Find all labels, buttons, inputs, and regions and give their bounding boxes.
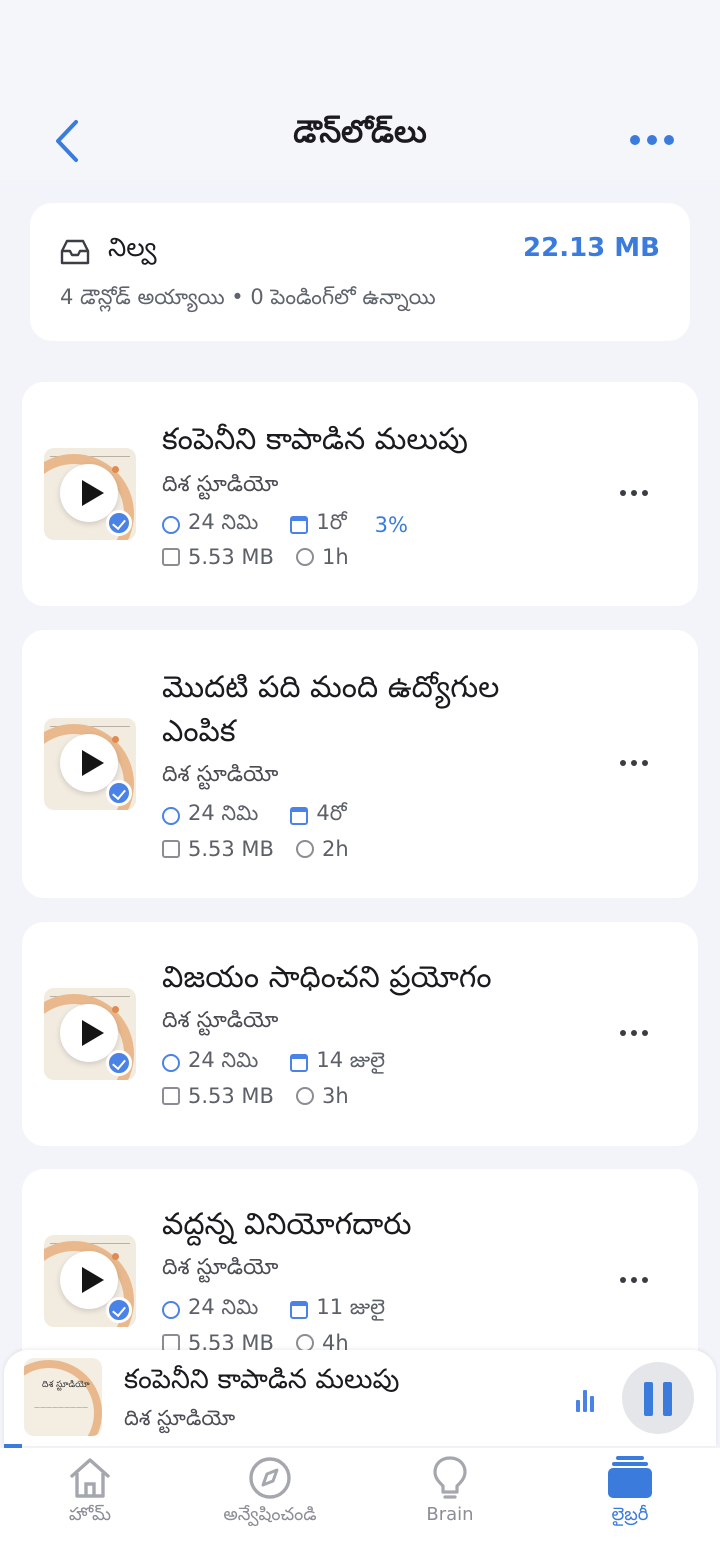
- tab-explore[interactable]: అన్వేషించండి: [180, 1448, 360, 1564]
- calendar-icon: [290, 516, 309, 534]
- folder-icon: [162, 1087, 180, 1105]
- more-options-button[interactable]: [630, 128, 680, 152]
- clock-icon: [162, 807, 180, 825]
- clock-icon: [295, 1087, 314, 1105]
- episode-age: 3h: [321, 1084, 349, 1108]
- equalizer-icon: [576, 1388, 598, 1412]
- dot-icon: [630, 135, 640, 145]
- episode-age: 1h: [321, 545, 349, 569]
- item-more-button[interactable]: [620, 490, 650, 498]
- dot-icon: [664, 135, 674, 145]
- episode-title: కంపెనీని కాపాడిన మలుపు: [162, 422, 468, 457]
- tab-explore-label: అన్వేషించండి: [223, 1504, 317, 1525]
- listen-progress: 3%: [374, 513, 408, 537]
- episode-file-meta: 5.53 MB 3h: [162, 1084, 349, 1108]
- mini-player-title: కంపెనీని కాపాడిన మలుపు: [124, 1364, 400, 1395]
- tab-home[interactable]: హోమ్: [0, 1448, 180, 1564]
- tab-bar: హోమ్ అన్వేషించండి Brain లైబ్రరీ: [0, 1448, 720, 1564]
- inbox-icon: [60, 239, 90, 265]
- episode-size: 5.53 MB: [188, 837, 274, 861]
- item-more-button[interactable]: [620, 1277, 650, 1285]
- download-item[interactable]: విజయం సాధించని ప్రయోగం దిశ స్టూడియో 24 న…: [22, 922, 698, 1146]
- mini-player[interactable]: దిశ స్టూడియో ————————— కంపెనీని కాపాడిన …: [4, 1350, 716, 1446]
- episode-file-meta: 5.53 MB 1h: [162, 545, 349, 569]
- download-item[interactable]: మొదటి పది మంది ఉద్యోగుల ఎంపిక దిశ స్టూడి…: [22, 630, 698, 898]
- storage-title: నిల్వ: [108, 233, 157, 263]
- episode-meta: 24 నిమి 4రో: [162, 801, 347, 831]
- episode-meta: 24 నిమి 1రో 3%: [162, 510, 408, 540]
- storage-summary: 4 డౌన్లోడ్ అయ్యాయి • 0 పెండింగ్‌లో ఉన్నా…: [60, 285, 436, 309]
- storage-card: నిల్వ 22.13 MB 4 డౌన్లోడ్ అయ్యాయి • 0 పె…: [30, 203, 690, 341]
- calendar-icon: [290, 1054, 309, 1072]
- episode-date: 1రో: [316, 510, 347, 534]
- episode-meta: 24 నిమి 11 జులై: [162, 1295, 385, 1325]
- episode-author: దిశ స్టూడియో: [162, 1008, 279, 1033]
- home-icon: [70, 1458, 110, 1498]
- downloaded-check-icon: [106, 1050, 132, 1076]
- downloaded-check-icon: [106, 1297, 132, 1323]
- clock-icon: [162, 516, 180, 534]
- clock-icon: [162, 1301, 180, 1319]
- episode-size: 5.53 MB: [188, 545, 274, 569]
- tab-brain-label: Brain: [426, 1504, 474, 1525]
- download-item[interactable]: కంపెనీని కాపాడిన మలుపు దిశ స్టూడియో 24 న…: [22, 382, 698, 606]
- episode-author: దిశ స్టూడియో: [162, 1255, 279, 1280]
- episode-file-meta: 5.53 MB 2h: [162, 837, 349, 861]
- pause-button[interactable]: [622, 1362, 694, 1434]
- episode-title: మొదటి పది మంది ఉద్యోగుల ఎంపిక: [162, 670, 500, 749]
- downloaded-check-icon: [106, 510, 132, 536]
- calendar-icon: [290, 807, 309, 825]
- compass-icon: [249, 1457, 291, 1499]
- clock-icon: [295, 548, 314, 566]
- episode-duration: 24 నిమి: [188, 1048, 259, 1072]
- episode-title: వద్దన్న వినియోగదారు: [162, 1207, 412, 1242]
- episode-age: 2h: [321, 837, 349, 861]
- mini-player-thumbnail: దిశ స్టూడియో —————————: [24, 1358, 102, 1436]
- episode-duration: 24 నిమి: [188, 801, 259, 825]
- episode-title: విజయం సాధించని ప్రయోగం: [162, 960, 492, 995]
- calendar-icon: [290, 1301, 309, 1319]
- item-more-button[interactable]: [620, 760, 650, 768]
- folder-icon: [162, 548, 180, 566]
- episode-author: దిశ స్టూడియో: [162, 762, 279, 787]
- tab-home-label: హోమ్: [68, 1504, 112, 1525]
- episode-duration: 24 నిమి: [188, 1295, 259, 1319]
- library-icon: [608, 1456, 652, 1498]
- tab-library-label: లైబ్రరీ: [611, 1504, 649, 1525]
- episode-meta: 24 నిమి 14 జులై: [162, 1048, 385, 1078]
- downloaded-check-icon: [106, 780, 132, 806]
- thumbnail-label: దిశ స్టూడియో: [42, 1380, 90, 1390]
- tab-brain[interactable]: Brain: [360, 1448, 540, 1564]
- episode-date: 4రో: [316, 801, 347, 825]
- episode-size: 5.53 MB: [188, 1084, 274, 1108]
- folder-icon: [162, 840, 180, 858]
- episode-duration: 24 నిమి: [188, 510, 259, 534]
- episode-date: 11 జులై: [316, 1295, 385, 1319]
- episode-date: 14 జులై: [316, 1048, 385, 1072]
- tab-library[interactable]: లైబ్రరీ: [540, 1448, 720, 1564]
- page-title: డౌన్‌లోడ్‌లు: [293, 114, 427, 150]
- clock-icon: [162, 1054, 180, 1072]
- clock-icon: [295, 840, 314, 858]
- lightbulb-icon: [433, 1456, 467, 1499]
- top-bar: డౌన్‌లోడ్‌లు: [0, 0, 720, 180]
- storage-size: 22.13 MB: [523, 233, 660, 263]
- mini-player-author: దిశ స్టూడియో: [124, 1406, 236, 1430]
- item-more-button[interactable]: [620, 1030, 650, 1038]
- episode-author: దిశ స్టూడియో: [162, 472, 279, 497]
- thumbnail-decoration: —————————: [34, 1404, 88, 1411]
- dot-icon: [647, 135, 657, 145]
